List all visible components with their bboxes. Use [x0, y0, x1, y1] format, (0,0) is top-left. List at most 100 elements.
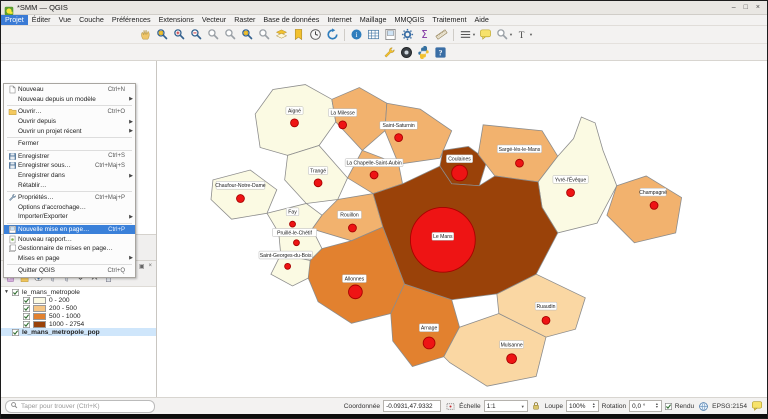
layer-row-selected[interactable]: le_mans_metropole_pop [1, 328, 156, 336]
population-circle-coulaines[interactable] [451, 164, 468, 182]
layer-checkbox[interactable] [12, 288, 19, 296]
plugin-wrench-icon[interactable] [381, 45, 398, 60]
menu-item-r-tablir[interactable]: Rétablir… [4, 180, 135, 190]
options-gear-icon[interactable] [399, 27, 416, 42]
menu--diter[interactable]: Éditer [28, 15, 55, 25]
commune-polygon-la-milesse[interactable] [331, 87, 388, 151]
menu-aide[interactable]: Aide [471, 15, 493, 25]
minimize-button[interactable]: – [732, 2, 736, 13]
map-canvas[interactable]: Aigné La Milesse Saint-Saturnin La Chapelle… [157, 61, 767, 397]
dropdown-arrow-icon[interactable]: ▼ [509, 32, 513, 37]
population-circle-aign-[interactable] [290, 118, 299, 128]
lock-icon[interactable] [531, 399, 542, 414]
temporal-controller-icon[interactable] [307, 27, 324, 42]
messages-balloon-icon[interactable] [750, 399, 763, 414]
scale-combo[interactable]: 1:1 ▼ [483, 400, 528, 412]
magnifier-field[interactable]: ▲▼ [566, 400, 599, 412]
menu-item-ouvrir-depuis[interactable]: Ouvrir depuis ▶ [4, 117, 135, 127]
maximize-button[interactable]: □ [744, 2, 748, 13]
population-circle-allonnes[interactable] [348, 284, 363, 300]
osm-plugin-icon[interactable] [398, 45, 415, 60]
status-search-box[interactable]: Taper pour trouver (Ctrl+K) [5, 399, 155, 413]
population-circle-yvr-l-v-que[interactable] [566, 188, 575, 198]
population-circle-saint-georges-du-bois[interactable] [284, 262, 292, 270]
attribute-table-icon[interactable] [365, 27, 382, 42]
zoom-last-icon[interactable] [205, 27, 222, 42]
measure-icon[interactable] [433, 27, 450, 42]
population-circle-trang-[interactable] [313, 178, 323, 188]
menu-item-quitter-qgis[interactable]: Quitter QGIS Ctrl+Q [4, 266, 135, 276]
menu-item-enregistrer[interactable]: Enregistrer Ctrl+S [4, 152, 135, 162]
menu-item-mises-en-page[interactable]: Mises en page ▶ [4, 254, 135, 264]
identify-icon[interactable]: i [348, 27, 365, 42]
population-circle-ruaudin[interactable] [541, 315, 551, 325]
menu-item-nouvelle-mise-en-page[interactable]: Nouvelle mise en page… Ctrl+P [4, 224, 135, 235]
class-checkbox[interactable] [23, 296, 30, 304]
dropdown-arrow-icon[interactable]: ▼ [529, 32, 533, 37]
menu-raster[interactable]: Raster [230, 15, 259, 25]
menu-internet[interactable]: Internet [323, 15, 355, 25]
map-tips-icon[interactable] [477, 27, 494, 42]
menu-item-propri-t-s[interactable]: Propriétés… Ctrl+Maj+P [4, 193, 135, 203]
menu-item-fermer[interactable]: Fermer [4, 139, 135, 149]
zoom-full-icon[interactable] [154, 27, 171, 42]
menu-couche[interactable]: Couche [75, 15, 108, 25]
menu-base-de-donn-es[interactable]: Base de données [259, 15, 323, 25]
menu-item-options-d-accrochage[interactable]: Options d'accrochage… [4, 203, 135, 213]
population-circle-arnage[interactable] [422, 336, 436, 350]
menu-item-gestionnaire-de-mises-en-page[interactable]: Gestionnaire de mises en page… [4, 244, 135, 254]
pan-map-icon[interactable] [137, 27, 154, 42]
menu-pr-f-rences[interactable]: Préférences [108, 15, 155, 25]
class-checkbox[interactable] [23, 304, 30, 312]
menu-item-nouveau-depuis-un-mod-le[interactable]: Nouveau depuis un modèle ▶ [4, 95, 135, 105]
menu-mmqgis[interactable]: MMQGIS [390, 15, 428, 25]
statistics-icon[interactable]: Σ [416, 27, 433, 42]
python-console-icon[interactable] [415, 45, 432, 60]
refresh-icon[interactable] [324, 27, 341, 42]
population-circle-la-chapelle-saint-aubin[interactable] [369, 170, 379, 180]
menu-maillage[interactable]: Maillage [356, 15, 391, 25]
menu-item-enregistrer-dans[interactable]: Enregistrer dans ▶ [4, 171, 135, 181]
new-map-view-icon[interactable] [273, 27, 290, 42]
menu-item-nouveau-rapport[interactable]: Nouveau rapport… [4, 234, 135, 244]
menu-item-ouvrir-un-projet-r-cent[interactable]: Ouvrir un projet récent ▶ [4, 126, 135, 136]
layout-icon[interactable] [382, 27, 399, 42]
population-circle-mulsanne[interactable] [506, 353, 517, 365]
legend-class-row[interactable]: 500 - 1000 [1, 312, 156, 320]
population-circle-sarg-l-s-le-mans[interactable] [515, 158, 524, 168]
legend-class-row[interactable]: 200 - 500 [1, 304, 156, 312]
population-circle-chaufour-notre-dame[interactable] [236, 194, 245, 203]
zoom-next-icon[interactable] [222, 27, 239, 42]
menu-item-enregistrer-sous[interactable]: Enregistrer sous… Ctrl+Maj+S [4, 161, 135, 171]
dock-float-icon[interactable]: ▣ [139, 263, 145, 270]
population-circle-pruill-le-ch-tif[interactable] [293, 239, 300, 247]
population-circle-rouillon[interactable] [348, 223, 357, 233]
menu-item-ouvrir[interactable]: Ouvrir… Ctrl+O [4, 107, 135, 117]
menu-item-importer-exporter[interactable]: Importer/Exporter ▶ [4, 212, 135, 222]
bookmark-icon[interactable] [290, 27, 307, 42]
legend-class-row[interactable]: 1000 - 2754 [1, 320, 156, 328]
expander-icon[interactable]: ▼ [4, 289, 9, 295]
population-circle-saint-saturnin[interactable] [394, 133, 404, 143]
layer-checkbox[interactable] [12, 328, 19, 336]
dropdown-arrow-icon[interactable]: ▼ [472, 32, 476, 37]
rotation-field[interactable]: ▲▼ [629, 400, 662, 412]
commune-polygon-saint-georges-du-bois[interactable] [270, 254, 313, 287]
legend-class-row[interactable]: 0 - 200 [1, 296, 156, 304]
dock-close-icon[interactable]: × [148, 263, 152, 270]
close-button[interactable]: × [756, 2, 760, 13]
population-circle-fay[interactable] [289, 220, 296, 228]
extent-icon[interactable] [444, 399, 456, 414]
commune-polygon-chaufour-notre-dame[interactable] [210, 169, 278, 220]
menu-projet[interactable]: Projet [1, 15, 28, 25]
class-checkbox[interactable] [23, 320, 30, 328]
globe-icon[interactable] [697, 399, 709, 414]
menu-item-nouveau[interactable]: Nouveau Ctrl+N [4, 85, 135, 95]
render-checkbox[interactable] [664, 402, 672, 410]
commune-polygon-yvr-l-v-que[interactable] [537, 116, 618, 234]
zoom-to-layer-icon[interactable] [239, 27, 256, 42]
class-checkbox[interactable] [23, 312, 30, 320]
menu-vue[interactable]: Vue [55, 15, 76, 25]
help-icon[interactable]: ? [432, 45, 449, 60]
population-circle-champagn-[interactable] [649, 201, 659, 210]
